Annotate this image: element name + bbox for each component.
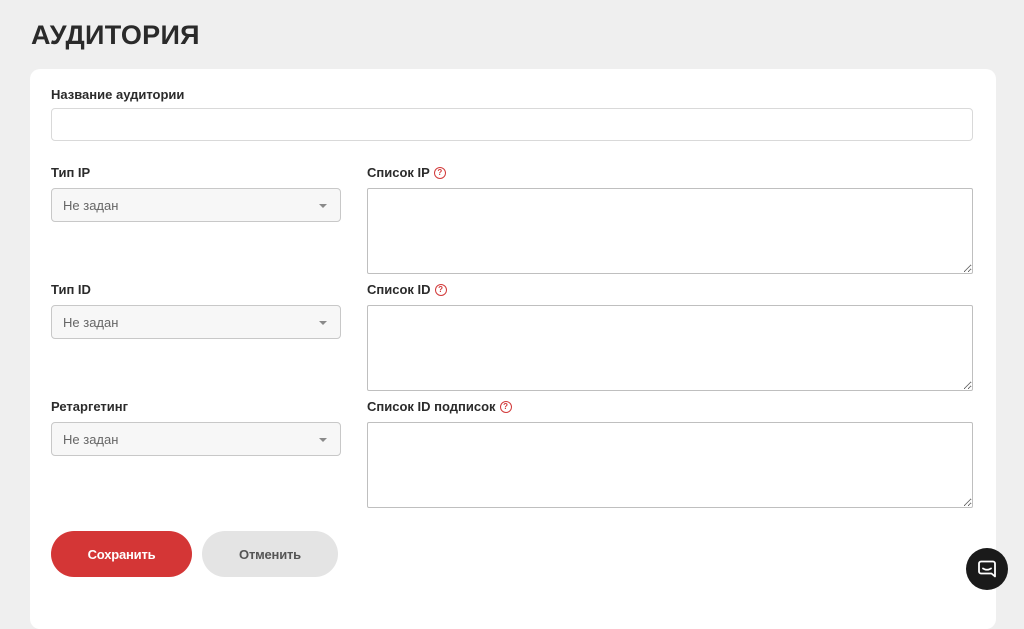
- audience-form-card: Название аудитории Тип IP Не задан Списо…: [30, 69, 996, 629]
- save-button[interactable]: Сохранить: [51, 531, 192, 577]
- retargeting-select[interactable]: Не задан: [51, 422, 341, 456]
- id-list-label-text: Список ID: [367, 282, 431, 297]
- retargeting-selected-value: Не задан: [63, 431, 119, 447]
- id-list-label: Список ID ?: [367, 282, 447, 297]
- ip-type-selected-value: Не задан: [63, 197, 119, 213]
- id-list-textarea[interactable]: [367, 305, 973, 391]
- caret-down-icon: [319, 204, 327, 208]
- id-type-selected-value: Не задан: [63, 314, 119, 330]
- audience-name-label: Название аудитории: [51, 87, 184, 102]
- caret-down-icon: [319, 321, 327, 325]
- ip-type-select[interactable]: Не задан: [51, 188, 341, 222]
- id-type-label: Тип ID: [51, 282, 91, 297]
- subscription-id-list-label-text: Список ID подписок: [367, 399, 496, 414]
- retargeting-label-text: Ретаргетинг: [51, 399, 129, 414]
- ip-list-label: Список IP ?: [367, 165, 446, 180]
- chat-bubble-icon: [978, 560, 996, 578]
- ip-type-label: Тип IP: [51, 165, 90, 180]
- chat-widget-button[interactable]: [966, 548, 1008, 590]
- subscription-id-list-label: Список ID подписок ?: [367, 399, 512, 414]
- subscription-id-list-textarea[interactable]: [367, 422, 973, 508]
- retargeting-label: Ретаргетинг: [51, 399, 128, 414]
- ip-type-label-text: Тип IP: [51, 165, 91, 180]
- help-icon[interactable]: ?: [433, 166, 446, 179]
- id-type-label-text: Тип ID: [51, 282, 91, 297]
- audience-name-label-text: Название аудитории: [51, 87, 185, 102]
- cancel-button[interactable]: Отменить: [202, 531, 338, 577]
- page-title: АУДИТОРИЯ: [31, 20, 200, 50]
- caret-down-icon: [319, 438, 327, 442]
- audience-name-input[interactable]: [51, 108, 973, 141]
- ip-list-label-text: Список IP: [367, 165, 430, 180]
- ip-list-textarea[interactable]: [367, 188, 973, 274]
- help-icon[interactable]: ?: [434, 283, 447, 296]
- id-type-select[interactable]: Не задан: [51, 305, 341, 339]
- help-icon[interactable]: ?: [499, 400, 512, 413]
